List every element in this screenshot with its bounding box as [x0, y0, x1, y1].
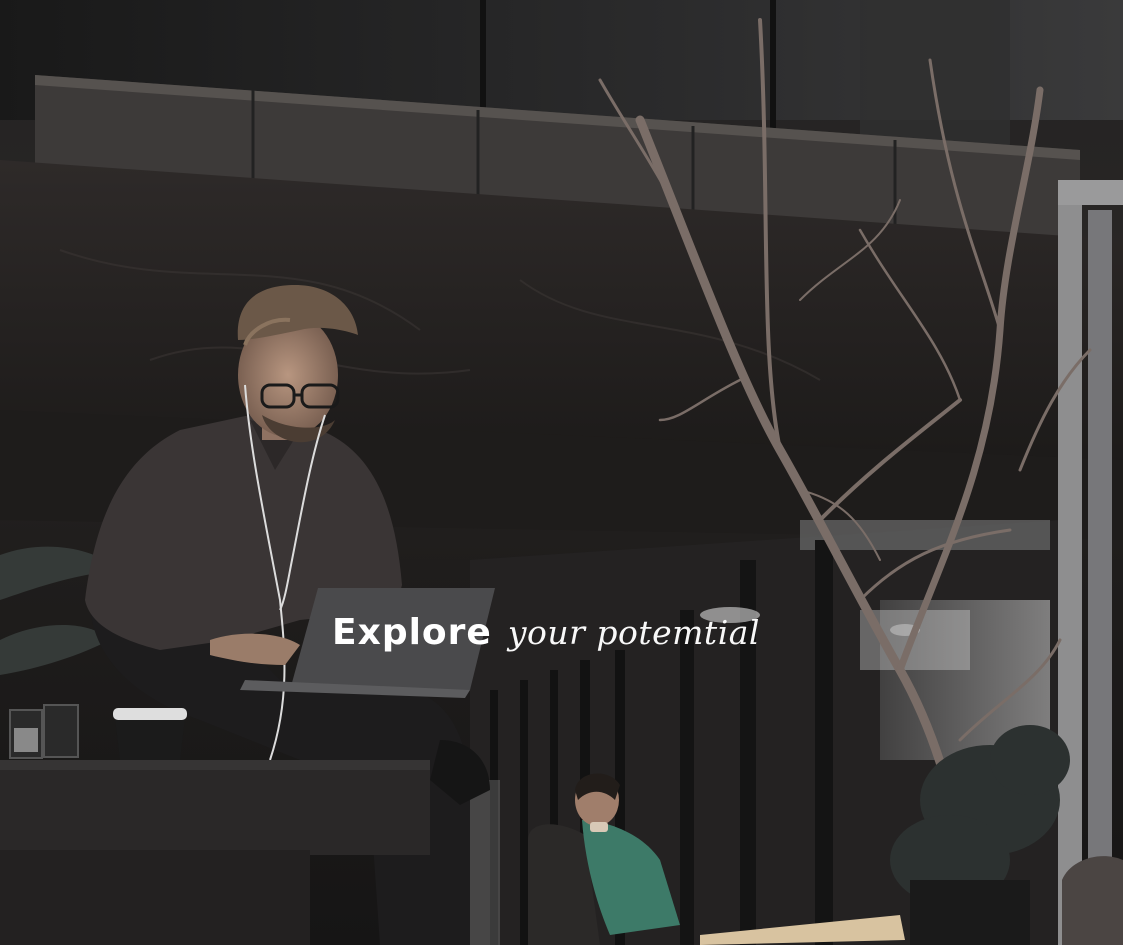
photo-illustration	[0, 0, 1123, 945]
hero-headline: Explore your potemtial	[332, 612, 760, 668]
hero-background-photo: Explore your potemtial	[0, 0, 1123, 945]
concrete-ledge	[0, 760, 430, 945]
lanterns	[9, 704, 79, 759]
headline-bold-text: Explore	[332, 612, 492, 653]
headline-script-text: your potemtial	[507, 613, 760, 652]
leather-chair	[1062, 856, 1123, 945]
coffee-cup	[113, 708, 187, 760]
